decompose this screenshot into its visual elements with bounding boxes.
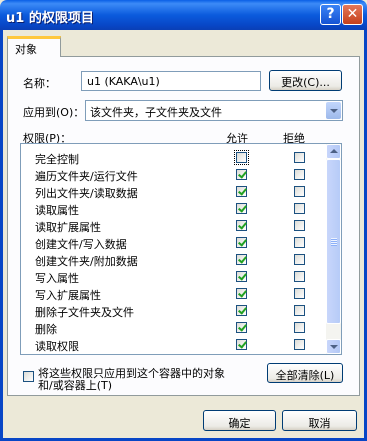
deny-checkbox[interactable] xyxy=(294,152,305,163)
permission-row: 写入属性 xyxy=(21,268,327,285)
ok-label: 确定 xyxy=(228,417,251,430)
clear-all-label: 全部清除(L) xyxy=(275,369,335,382)
change-button[interactable]: 更改(C)... xyxy=(269,70,342,91)
deny-checkbox[interactable] xyxy=(294,237,305,248)
allow-checkbox[interactable] xyxy=(234,150,249,165)
apply-only-label-line2: 和/或容器上(T) xyxy=(38,379,113,392)
ok-button[interactable]: 确定 xyxy=(203,410,276,431)
chevron-down-icon[interactable] xyxy=(326,102,341,119)
allow-checkbox[interactable] xyxy=(236,339,247,350)
allow-checkbox[interactable] xyxy=(236,271,247,282)
deny-checkbox[interactable] xyxy=(294,220,305,231)
permission-name: 读取属性 xyxy=(35,204,79,217)
apply-to-value: 该文件夹，子文件夹及文件 xyxy=(90,106,222,119)
allow-checkbox[interactable] xyxy=(236,186,247,197)
deny-checkbox[interactable] xyxy=(294,254,305,265)
deny-checkbox[interactable] xyxy=(294,339,305,350)
apply-to-label: 应用到(O)： xyxy=(23,106,85,119)
permission-row: 删除子文件夹及文件 xyxy=(21,302,327,319)
window-title: u1 的权限项目 xyxy=(6,11,94,26)
allow-checkbox[interactable] xyxy=(236,254,247,265)
permission-row: 创建文件/写入数据 xyxy=(21,234,327,251)
deny-checkbox[interactable] xyxy=(294,186,305,197)
permission-row: 删除 xyxy=(21,319,327,336)
scroll-up-icon[interactable] xyxy=(326,144,341,159)
permission-name: 删除 xyxy=(35,323,57,336)
tab-object-label: 对象 xyxy=(15,43,37,56)
permission-name: 读取权限 xyxy=(35,340,79,353)
allow-checkbox[interactable] xyxy=(236,203,247,214)
deny-checkbox[interactable] xyxy=(294,305,305,316)
scroll-thumb[interactable] xyxy=(326,159,341,324)
name-field[interactable]: u1 (KAKA\u1) xyxy=(81,71,261,91)
permission-row: 读取扩展属性 xyxy=(21,217,327,234)
allow-checkbox[interactable] xyxy=(236,220,247,231)
scroll-down-icon[interactable] xyxy=(326,339,341,354)
scrollbar[interactable] xyxy=(326,144,341,354)
permission-name: 完全控制 xyxy=(35,153,79,166)
tab-object[interactable]: 对象 xyxy=(7,36,61,57)
permission-row: 读取属性 xyxy=(21,200,327,217)
permission-name: 列出文件夹/读取数据 xyxy=(35,187,138,200)
name-label: 名称： xyxy=(23,77,56,90)
allow-checkbox[interactable] xyxy=(236,288,247,299)
permission-name: 遍历文件夹/运行文件 xyxy=(35,170,138,183)
deny-checkbox[interactable] xyxy=(294,271,305,282)
permission-row: 完全控制 xyxy=(21,149,327,166)
deny-checkbox[interactable] xyxy=(294,322,305,333)
deny-checkbox[interactable] xyxy=(294,169,305,180)
permission-name: 读取扩展属性 xyxy=(35,221,101,234)
permission-name: 创建文件夹/附加数据 xyxy=(35,255,138,268)
allow-checkbox[interactable] xyxy=(236,322,247,333)
permission-name: 删除子文件夹及文件 xyxy=(35,306,134,319)
title-bar[interactable]: u1 的权限项目 ? ✕ xyxy=(0,0,367,30)
permission-row: 遍历文件夹/运行文件 xyxy=(21,166,327,183)
cancel-label: 取消 xyxy=(308,417,331,430)
name-value: u1 (KAKA\u1) xyxy=(87,75,160,88)
permission-name: 写入扩展属性 xyxy=(35,289,101,302)
permission-row: 读取权限 xyxy=(21,336,327,353)
permission-name: 创建文件/写入数据 xyxy=(35,238,127,251)
cancel-button[interactable]: 取消 xyxy=(282,410,357,431)
help-icon: ? xyxy=(326,6,335,22)
change-button-label: 更改(C)... xyxy=(281,76,330,89)
permission-row: 创建文件夹/附加数据 xyxy=(21,251,327,268)
grip-icon xyxy=(331,238,337,246)
deny-checkbox[interactable] xyxy=(294,203,305,214)
close-icon: ✕ xyxy=(346,6,359,22)
deny-checkbox[interactable] xyxy=(294,288,305,299)
clear-all-button[interactable]: 全部清除(L) xyxy=(267,363,343,383)
apply-to-select[interactable]: 该文件夹，子文件夹及文件 xyxy=(85,100,343,121)
allow-checkbox[interactable] xyxy=(236,169,247,180)
allow-checkbox[interactable] xyxy=(236,237,247,248)
permissions-list[interactable]: 完全控制遍历文件夹/运行文件 列出文件夹/读取数据 读取属性读取扩展属性创建文件/写… xyxy=(20,143,342,355)
permission-row: 写入扩展属性 xyxy=(21,285,327,302)
close-button[interactable]: ✕ xyxy=(342,4,363,25)
permission-name: 写入属性 xyxy=(35,272,79,285)
permission-row: 列出文件夹/读取数据 xyxy=(21,183,327,200)
apply-only-checkbox[interactable] xyxy=(23,371,34,382)
allow-checkbox[interactable] xyxy=(236,305,247,316)
help-button[interactable]: ? xyxy=(320,4,341,25)
